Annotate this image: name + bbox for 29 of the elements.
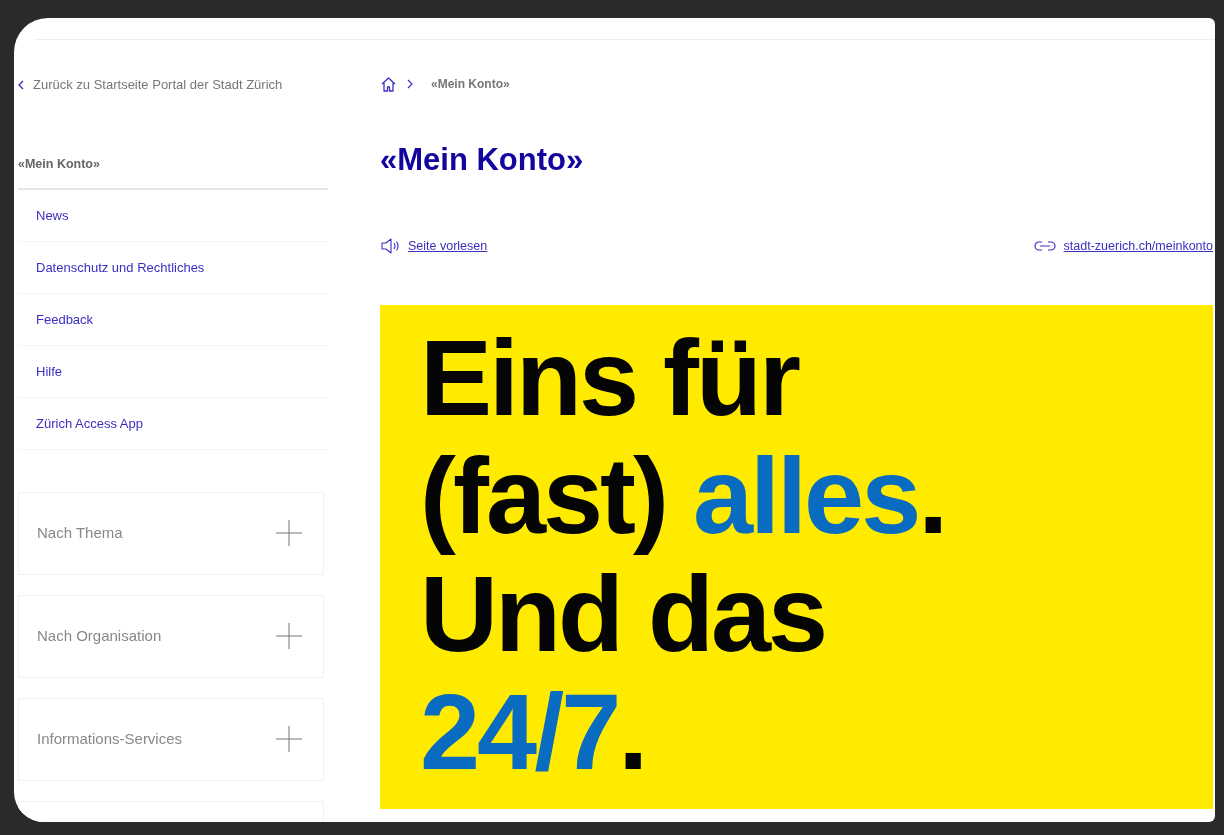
home-icon[interactable] [380, 75, 397, 93]
accordion-label: Nach Thema [37, 523, 123, 543]
sidebar-nav-link[interactable]: Datenschutz und Rechtliches [18, 241, 328, 294]
accordion-label: Nach Organisation [37, 626, 162, 646]
back-link[interactable]: Zurück zu Startseite Portal der Stadt Zürich [18, 76, 328, 94]
plus-icon [275, 725, 303, 754]
plus-icon [275, 622, 303, 651]
chevron-right-icon [407, 79, 413, 89]
breadcrumb-current: «Mein Konto» [431, 76, 510, 93]
accordion-header[interactable]: Informations-Services [18, 697, 324, 781]
sidebar-nav-link[interactable]: Hilfe [18, 345, 328, 398]
accordion-header[interactable]: Nach Thema [18, 491, 324, 575]
link-icon [1033, 240, 1056, 252]
url-link[interactable]: stadt-zuerich.ch/meinkonto [1033, 236, 1213, 256]
banner-headline-line: Und das [420, 555, 826, 673]
accordion-label: Informations-Services [37, 729, 183, 749]
speaker-icon [380, 238, 400, 254]
sidebar-nav-link[interactable]: Zürich Access App [18, 397, 328, 450]
banner-headline-line: (fast) alles. [420, 437, 946, 555]
banner-headline-line: 24/7. [420, 673, 646, 791]
chevron-left-icon [18, 80, 24, 90]
page-title: «Mein Konto» [380, 144, 585, 175]
read-aloud-link[interactable]: Seite vorlesen [380, 236, 488, 256]
banner-headline-line: Eins für [420, 319, 799, 437]
sidebar-nav-link[interactable]: News [18, 189, 328, 242]
sidebar-nav-link[interactable]: Feedback [18, 293, 328, 346]
sidebar-heading: «Mein Konto» [18, 155, 328, 190]
accordion-header[interactable]: Nach Organisation [18, 594, 324, 678]
plus-icon [275, 519, 303, 548]
